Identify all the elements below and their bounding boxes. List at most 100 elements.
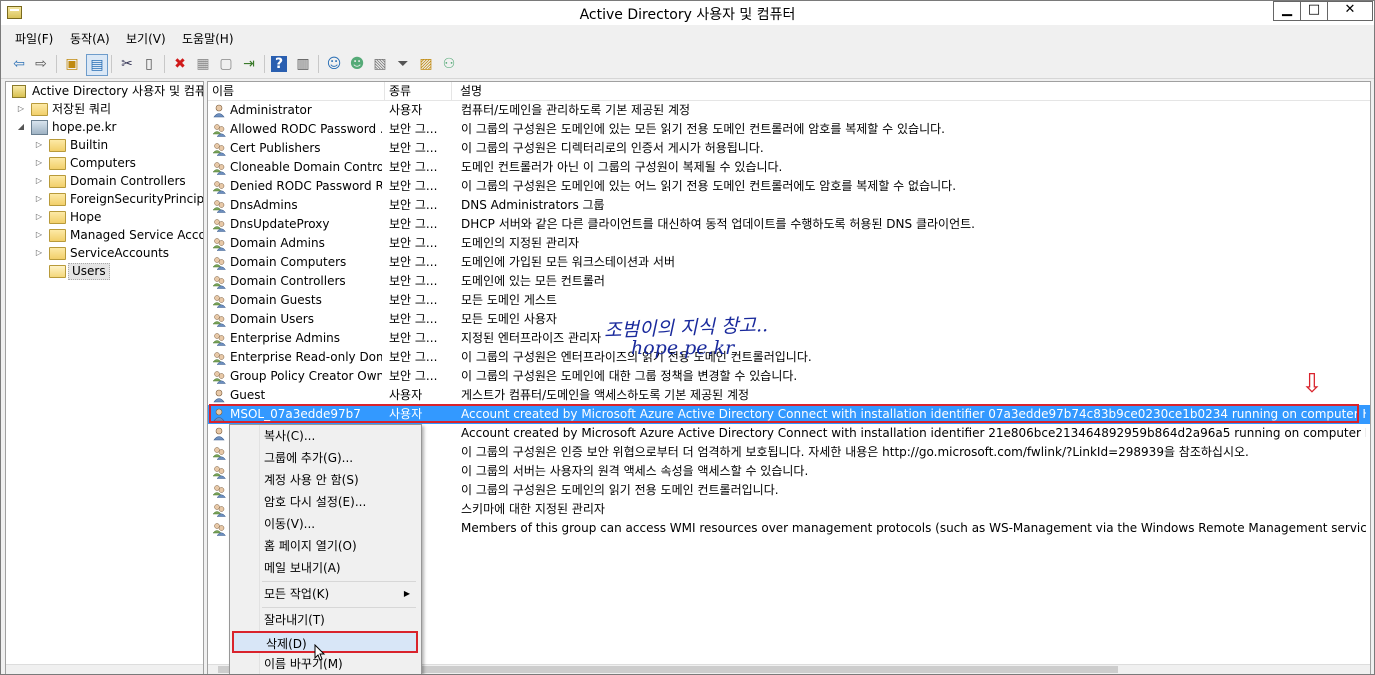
ou-folder-icon: [49, 175, 66, 188]
cell-description: 이 그룹의 서버는 사용자의 원격 액세스 속성을 액세스할 수 있습니다.: [461, 464, 809, 478]
new-group-icon[interactable]: ☻: [347, 54, 367, 74]
cell-name: Guest: [230, 388, 266, 402]
table-row[interactable]: Group Policy Creator Own... 보안 그... 이 그룹의 …: [208, 367, 1370, 386]
expand-arrow-icon[interactable]: ▷: [34, 154, 44, 172]
table-row[interactable]: Enterprise Admins 보안 그... 지정된 엔터프라이즈 관리자: [208, 329, 1370, 348]
expand-arrow-icon[interactable]: ▷: [34, 190, 44, 208]
column-header-type[interactable]: 종류: [385, 82, 452, 100]
cell-name: Enterprise Admins: [230, 331, 341, 345]
tree-label: Hope: [70, 210, 102, 224]
cell-name: Domain Computers: [230, 255, 347, 269]
table-row[interactable]: Guest 사용자 게스트가 컴퓨터/도메인을 액세스하도록 기본 제공된 계정: [208, 386, 1370, 405]
cell-name: MSOL_07a3edde97b7: [230, 407, 361, 421]
group-icon: [212, 143, 226, 156]
group-icon: [212, 257, 226, 270]
table-row[interactable]: Enterprise Read-only Dom... 보안 그... 이 그룹의 …: [208, 348, 1370, 367]
table-row[interactable]: DnsUpdateProxy 보안 그... DHCP 서버와 같은 다른 클라이언…: [208, 215, 1370, 234]
ou-folder-icon: [49, 211, 66, 224]
table-row[interactable]: Allowed RODC Password ... 보안 그... 이 그룹의 구성…: [208, 120, 1370, 139]
cut-icon[interactable]: ✂: [117, 54, 137, 74]
cell-name: Cloneable Domain Contro...: [230, 160, 382, 174]
column-header-name[interactable]: 이름: [208, 82, 385, 100]
context-menu-item[interactable]: 이동(V)...: [232, 513, 418, 535]
expand-arrow-icon[interactable]: ▷: [16, 100, 26, 118]
menu-view[interactable]: 보기(V): [126, 30, 166, 47]
toolbar: ⇦ ⇨ ▣ ▤ ✂ ▯ ✖ ▦ ▢ ⇥ ? ▥ ☺ ☻ ▧ ⏷ ▨ ⚇: [1, 50, 1374, 79]
expand-arrow-icon[interactable]: ▷: [34, 244, 44, 262]
details-view-icon[interactable]: ▥: [293, 54, 313, 74]
column-header-description[interactable]: 설명: [456, 82, 1369, 100]
context-menu-item[interactable]: 메일 보내기(A): [232, 557, 418, 579]
expand-arrow-icon[interactable]: ▷: [34, 136, 44, 154]
menu-file[interactable]: 파일(F): [15, 30, 53, 47]
context-menu-item[interactable]: 홈 페이지 열기(O): [232, 535, 418, 557]
filter-icon[interactable]: ⏷: [393, 54, 413, 74]
table-row[interactable]: Denied RODC Password R... 보안 그... 이 그룹의 구성…: [208, 177, 1370, 196]
group-icon: [212, 466, 226, 479]
help-icon[interactable]: ?: [271, 56, 287, 72]
folder-icon: [49, 229, 66, 242]
new-ou-icon[interactable]: ▧: [370, 54, 390, 74]
minimize-button[interactable]: ▁: [1273, 1, 1301, 21]
context-menu-item[interactable]: 암호 다시 설정(E)...: [232, 491, 418, 513]
folder-icon: [49, 157, 66, 170]
context-menu-item[interactable]: 잘라내기(T): [232, 609, 418, 631]
context-menu-item[interactable]: 그룹에 추가(G)...: [232, 447, 418, 469]
cell-description: 이 그룹의 구성원은 도메인의 읽기 전용 도메인 컨트롤러입니다.: [461, 483, 779, 497]
properties-icon[interactable]: ▦: [193, 54, 213, 74]
table-row[interactable]: Domain Computers 보안 그... 도메인에 가입된 모든 워크스테이…: [208, 253, 1370, 272]
table-row[interactable]: Domain Controllers 보안 그... 도메인에 있는 모든 컨트롤러: [208, 272, 1370, 291]
table-row[interactable]: Administrator 사용자 컴퓨터/도메인을 관리하도록 기본 제공된 계정: [208, 101, 1370, 120]
user-icon: [213, 104, 225, 118]
cell-description: DNS Administrators 그룹: [461, 198, 605, 212]
table-row[interactable]: Domain Admins 보안 그... 도메인의 지정된 관리자: [208, 234, 1370, 253]
show-tree-icon[interactable]: ▤: [86, 54, 108, 76]
back-arrow-icon[interactable]: ⇦: [9, 54, 29, 74]
new-user-icon[interactable]: ☺: [324, 54, 344, 74]
table-row[interactable]: Domain Guests 보안 그... 모든 도메인 게스트: [208, 291, 1370, 310]
window-title: Active Directory 사용자 및 컴퓨터: [579, 7, 796, 23]
group-icon: [212, 276, 226, 289]
group-icon: [212, 295, 226, 308]
group-icon: [212, 333, 226, 346]
forward-arrow-icon[interactable]: ⇨: [31, 54, 51, 74]
maximize-button[interactable]: □: [1300, 1, 1328, 21]
navigation-tree: Active Directory 사용자 및 컴퓨터 ▷ 저장된 쿼리 ◢ ho…: [5, 81, 204, 674]
menu-action[interactable]: 동작(A): [70, 30, 110, 47]
table-row[interactable]: Cloneable Domain Contro... 보안 그... 도메인 컨트롤…: [208, 158, 1370, 177]
table-row[interactable]: Cert Publishers 보안 그... 이 그룹의 구성원은 디렉터리로의 …: [208, 139, 1370, 158]
submenu-arrow-icon: ▶: [403, 589, 410, 598]
context-menu-label: 잘라내기(T): [264, 613, 325, 627]
export-list-icon[interactable]: ⇥: [239, 54, 259, 74]
list-header: 이름 종류 설명: [208, 82, 1370, 101]
add-to-group-icon[interactable]: ⚇: [439, 54, 459, 74]
find-icon[interactable]: ▨: [416, 54, 436, 74]
close-button[interactable]: ✕: [1327, 1, 1373, 21]
tree-label: Domain Controllers: [70, 174, 186, 188]
group-icon: [212, 238, 226, 251]
cell-name: Enterprise Read-only Dom...: [230, 350, 382, 364]
tree-horizontal-scrollbar[interactable]: [6, 664, 203, 674]
up-folder-icon[interactable]: ▣: [62, 54, 82, 74]
cell-description: Account created by Microsoft Azure Activ…: [461, 407, 1366, 421]
context-menu-item[interactable]: 복사(C)...: [232, 425, 418, 447]
context-menu-item[interactable]: 모든 작업(K) ▶: [232, 583, 418, 605]
expand-arrow-icon[interactable]: ▷: [34, 208, 44, 226]
cell-type: 보안 그...: [389, 236, 438, 250]
table-row[interactable]: MSOL_07a3edde97b7 사용자 Account created by M…: [208, 405, 1370, 424]
cell-name: Domain Controllers: [230, 274, 346, 288]
cell-name: Domain Guests: [230, 293, 322, 307]
table-row[interactable]: DnsAdmins 보안 그... DNS Administrators 그룹: [208, 196, 1370, 215]
collapse-arrow-icon[interactable]: ◢: [16, 118, 26, 136]
menu-help[interactable]: 도움말(H): [182, 30, 234, 47]
delete-icon[interactable]: ✖: [170, 54, 190, 74]
refresh-icon[interactable]: ▢: [216, 54, 236, 74]
cell-type: 보안 그...: [389, 293, 438, 307]
group-icon: [212, 504, 226, 517]
folder-icon: [49, 193, 66, 206]
expand-arrow-icon[interactable]: ▷: [34, 226, 44, 244]
expand-arrow-icon[interactable]: ▷: [34, 172, 44, 190]
paste-icon[interactable]: ▯: [139, 54, 159, 74]
table-row[interactable]: Domain Users 보안 그... 모든 도메인 사용자: [208, 310, 1370, 329]
context-menu-item[interactable]: 계정 사용 안 함(S): [232, 469, 418, 491]
